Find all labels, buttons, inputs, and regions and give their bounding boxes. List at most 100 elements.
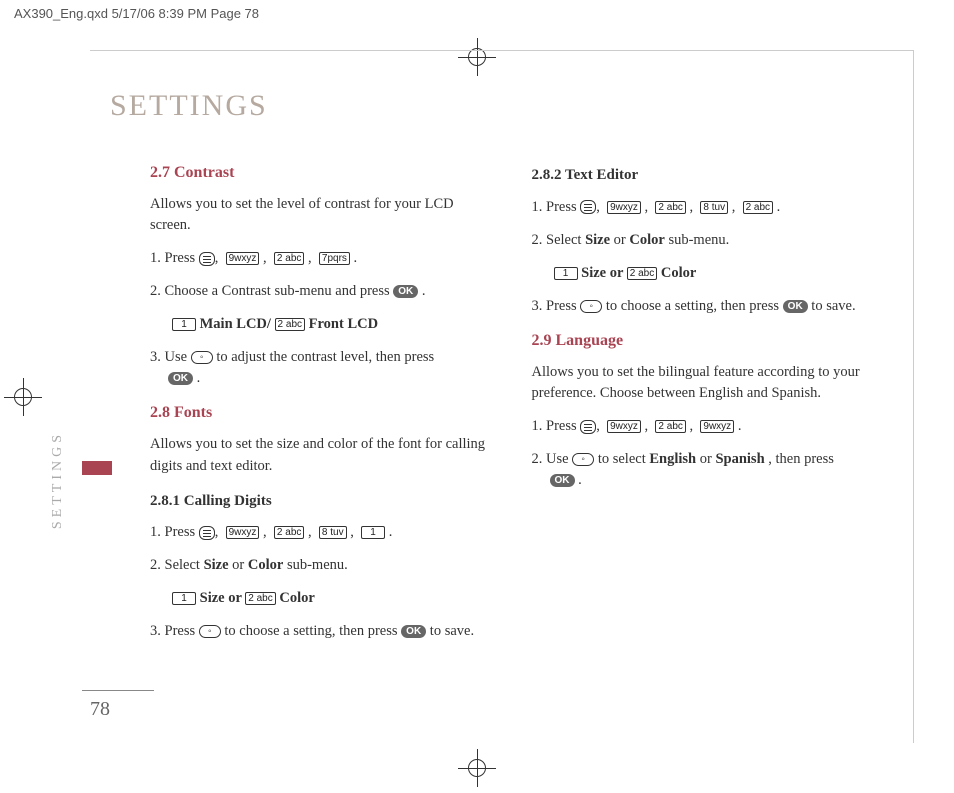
section-2-7-step1: 1. Press , 9wxyz , 2 abc , 7pqrs . (150, 248, 492, 269)
key-2: 2 abc (743, 201, 773, 214)
ok-key-icon: OK (168, 372, 193, 385)
text: Color (248, 557, 283, 573)
key-9: 9wxyz (226, 526, 260, 539)
file-meta-header: AX390_Eng.qxd 5/17/06 8:39 PM Page 78 (14, 6, 259, 21)
text: or (232, 557, 248, 573)
key-1: 1 (172, 592, 196, 605)
text: to choose a setting, then press (606, 298, 783, 314)
menu-key-icon (580, 200, 596, 214)
key-8: 8 tuv (319, 526, 347, 539)
section-2-9-step1: 1. Press , 9wxyz , 2 abc , 9wxyz . (532, 416, 874, 437)
text: Size (204, 557, 229, 573)
text: , then press (768, 451, 834, 467)
content-columns: 2.7 Contrast Allows you to set the level… (90, 151, 913, 654)
key-2: 2 abc (274, 252, 304, 265)
key-1: 1 (172, 318, 196, 331)
nav-key-icon (191, 351, 213, 364)
text: or (614, 232, 630, 248)
key-1: 1 (361, 526, 385, 539)
ok-key-icon: OK (393, 285, 418, 298)
text: Size or (200, 590, 246, 606)
section-2-9-heading: 2.9 Language (532, 329, 874, 352)
section-2-7-step3: 3. Use to adjust the contrast level, the… (150, 347, 492, 389)
text: to select (598, 451, 650, 467)
section-2-8-1-step3: 3. Press to choose a setting, then press… (150, 621, 492, 642)
page-frame: SETTINGS 78 SETTINGS 2.7 Contrast Allows… (90, 50, 914, 743)
key-2: 2 abc (655, 420, 685, 433)
key-7: 7pqrs (319, 252, 350, 265)
ok-key-icon: OK (401, 625, 426, 638)
section-2-8-heading: 2.8 Fonts (150, 401, 492, 424)
nav-key-icon (199, 625, 221, 638)
page-title: SETTINGS (110, 89, 913, 123)
key-9: 9wxyz (607, 201, 641, 214)
text: 1. Press (532, 418, 581, 434)
text: Size (585, 232, 610, 248)
left-column: 2.7 Contrast Allows you to set the level… (150, 151, 492, 654)
text: . (197, 370, 201, 386)
text: . (389, 524, 393, 540)
text: Color (279, 590, 314, 606)
crop-mark-left (4, 378, 42, 416)
section-2-8-1-step1: 1. Press , 9wxyz , 2 abc , 8 tuv , 1 . (150, 522, 492, 543)
section-2-7-heading: 2.7 Contrast (150, 161, 492, 184)
nav-key-icon (580, 300, 602, 313)
text: 2. Select (150, 557, 204, 573)
text: 1. Press (532, 199, 581, 215)
text: Front LCD (309, 316, 378, 332)
text: 3. Use (150, 349, 191, 365)
ok-key-icon: OK (550, 474, 575, 487)
section-2-9-step2: 2. Use to select English or Spanish , th… (532, 449, 874, 491)
text: . (738, 418, 742, 434)
text: Size or (581, 265, 627, 281)
section-2-8-1-submenu: 1 Size or 2 abc Color (172, 588, 492, 609)
key-2: 2 abc (627, 267, 657, 280)
side-accent-bar (82, 461, 112, 475)
text: to adjust the contrast level, then press (216, 349, 434, 365)
section-2-7-step2: 2. Choose a Contrast sub-menu and press … (150, 281, 492, 302)
section-2-8-2-submenu: 1 Size or 2 abc Color (554, 263, 874, 284)
section-2-8-2-heading: 2.8.2 Text Editor (532, 165, 874, 187)
section-2-8-1-step2: 2. Select Size or Color sub-menu. (150, 555, 492, 576)
menu-key-icon (580, 420, 596, 434)
text: to save. (430, 623, 474, 639)
text: to save. (811, 298, 855, 314)
text: English (649, 451, 696, 467)
section-2-9-intro: Allows you to set the bilingual feature … (532, 362, 874, 404)
crop-mark-bottom (458, 749, 496, 787)
key-2: 2 abc (245, 592, 275, 605)
section-2-8-2-step3: 3. Press to choose a setting, then press… (532, 296, 874, 317)
section-2-8-intro: Allows you to set the size and color of … (150, 434, 492, 476)
text: Color (661, 265, 696, 281)
text: to choose a setting, then press (224, 623, 401, 639)
text: 2. Select (532, 232, 586, 248)
text: sub-menu. (668, 232, 729, 248)
key-2: 2 abc (274, 526, 304, 539)
text: sub-menu. (287, 557, 348, 573)
text: or (700, 451, 716, 467)
menu-key-icon (199, 526, 215, 540)
text: . (777, 199, 781, 215)
nav-key-icon (572, 453, 594, 466)
side-tab-label: SETTINGS (50, 431, 66, 529)
section-2-8-2-step2: 2. Select Size or Color sub-menu. (532, 230, 874, 251)
page-number-rule (82, 690, 154, 691)
ok-key-icon: OK (783, 300, 808, 313)
key-2: 2 abc (275, 318, 305, 331)
key-9: 9wxyz (607, 420, 641, 433)
right-column: 2.8.2 Text Editor 1. Press , 9wxyz , 2 a… (532, 151, 874, 654)
key-9: 9wxyz (226, 252, 260, 265)
text: Color (629, 232, 664, 248)
key-9: 9wxyz (700, 420, 734, 433)
text: 1. Press (150, 524, 199, 540)
text: 2. Use (532, 451, 573, 467)
page-number: 78 (90, 698, 110, 721)
key-8: 8 tuv (700, 201, 728, 214)
text: . (578, 472, 582, 488)
section-2-7-submenu: 1 Main LCD/ 2 abc Front LCD (172, 314, 492, 335)
text: 3. Press (150, 623, 199, 639)
text: . (354, 250, 358, 266)
section-2-8-1-heading: 2.8.1 Calling Digits (150, 491, 492, 513)
text: . (422, 283, 426, 299)
menu-key-icon (199, 252, 215, 266)
